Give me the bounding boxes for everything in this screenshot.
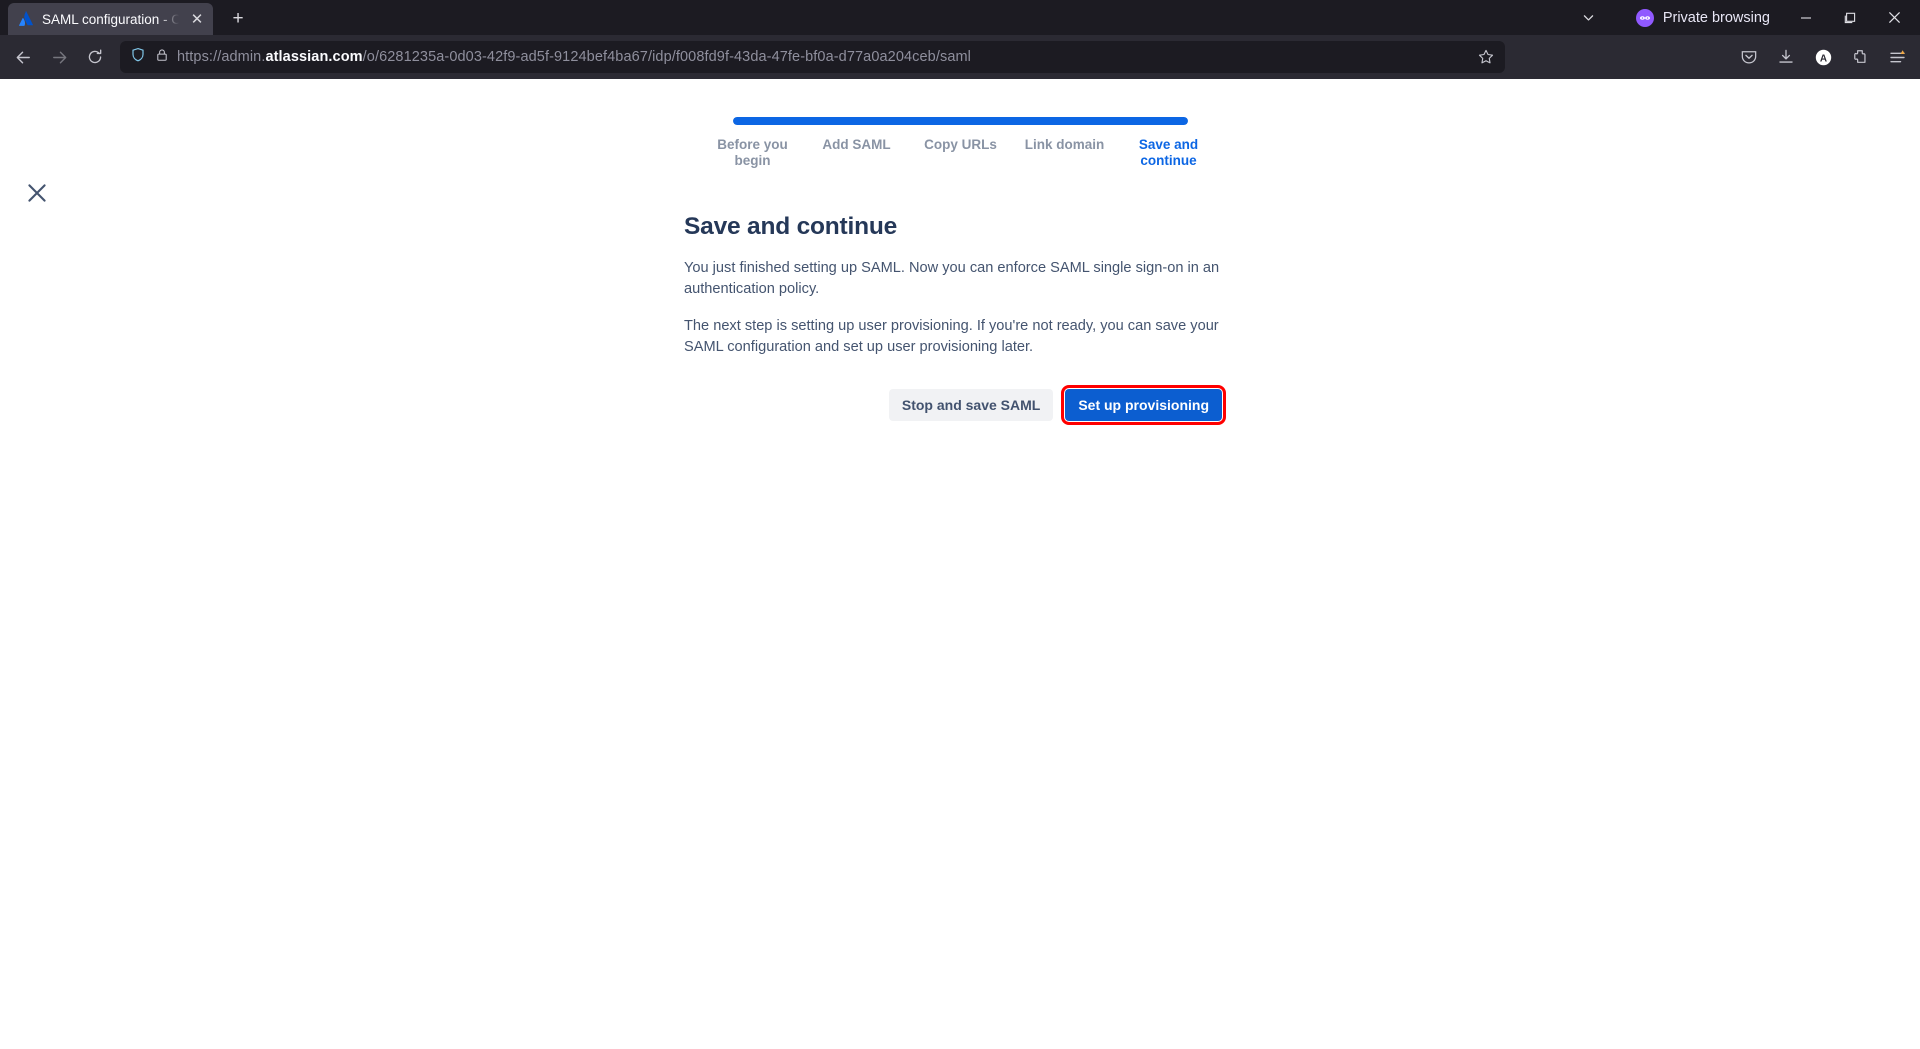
- url-domain: atlassian.com: [265, 49, 363, 65]
- address-bar-container: https://admin.atlassian.com/o/6281235a-0…: [114, 41, 1726, 73]
- private-browsing-label: Private browsing: [1662, 9, 1770, 26]
- url-bar[interactable]: https://admin.atlassian.com/o/6281235a-0…: [120, 41, 1505, 73]
- shield-icon[interactable]: [130, 47, 146, 68]
- chevron-down-icon[interactable]: [1572, 1, 1606, 35]
- wizard-step-4[interactable]: Save and continue: [1117, 137, 1221, 169]
- url-path: /o/6281235a-0d03-42f9-ad5f-9124bef4ba67/…: [362, 49, 971, 65]
- svg-text:A: A: [1819, 53, 1826, 64]
- navigation-toolbar: https://admin.atlassian.com/o/6281235a-0…: [0, 35, 1920, 79]
- private-mask-icon: [1635, 8, 1654, 27]
- pocket-icon[interactable]: [1732, 40, 1766, 74]
- wizard-step-0[interactable]: Before you begin: [701, 137, 805, 169]
- back-button[interactable]: [6, 40, 40, 74]
- wizard-progress: Before you begin Add SAML Copy URLs Link do…: [717, 117, 1198, 169]
- browser-toolbar-actions: A: [1728, 40, 1914, 74]
- window-close-button[interactable]: [1872, 0, 1916, 35]
- description-paragraph-1: You just finished setting up SAML. Now y…: [684, 260, 1220, 297]
- padlock-icon[interactable]: [155, 48, 169, 67]
- page-title: Save and continue: [684, 213, 898, 240]
- tab-close-icon[interactable]: ✕: [187, 9, 207, 29]
- window-maximize-button[interactable]: [1828, 0, 1872, 35]
- wizard-panel: Save and continue You just finished sett…: [684, 213, 1226, 425]
- url-text[interactable]: https://admin.atlassian.com/o/6281235a-0…: [177, 49, 1465, 65]
- forward-button[interactable]: [42, 40, 76, 74]
- saml-setup-wizard: Before you begin Add SAML Copy URLs Link do…: [0, 79, 1920, 425]
- tab-strip: SAML configuration - Cle ✕ + Private bro…: [0, 0, 1920, 35]
- tab-title: SAML configuration - Cle: [42, 11, 179, 27]
- extensions-icon[interactable]: [1843, 40, 1877, 74]
- wizard-step-2[interactable]: Copy URLs: [909, 137, 1013, 169]
- window-minimize-button[interactable]: [1784, 0, 1828, 35]
- description-paragraph-2: The next step is setting up user provisi…: [684, 318, 1219, 355]
- browser-window: SAML configuration - Cle ✕ + Private bro…: [0, 0, 1920, 1049]
- progress-fill: [732, 117, 1188, 125]
- wizard-step-3[interactable]: Link domain: [1013, 137, 1117, 169]
- progress-track: [732, 117, 1188, 125]
- new-tab-button[interactable]: +: [223, 4, 253, 34]
- wizard-step-list: Before you begin Add SAML Copy URLs Link do…: [701, 137, 1221, 169]
- reload-button[interactable]: [78, 40, 112, 74]
- private-browsing-indicator: Private browsing: [1635, 8, 1770, 27]
- star-icon[interactable]: [1473, 44, 1499, 70]
- page-viewport: Before you begin Add SAML Copy URLs Link do…: [0, 79, 1920, 1049]
- downloads-icon[interactable]: [1769, 40, 1803, 74]
- atlassian-logo-icon: [18, 11, 34, 27]
- set-up-provisioning-button[interactable]: Set up provisioning: [1061, 385, 1226, 425]
- wizard-actions: Stop and save SAML Set up provisioning: [684, 385, 1226, 425]
- wizard-step-1[interactable]: Add SAML: [805, 137, 909, 169]
- application-menu-icon[interactable]: [1880, 40, 1914, 74]
- tab-strip-right-controls: Private browsing: [1572, 0, 1920, 35]
- browser-tab[interactable]: SAML configuration - Cle ✕: [8, 3, 213, 35]
- account-icon[interactable]: A: [1806, 40, 1840, 74]
- stop-and-save-saml-button[interactable]: Stop and save SAML: [888, 389, 1054, 421]
- url-scheme: https://admin.: [177, 49, 266, 65]
- url-bar-identity-icons: [130, 47, 169, 68]
